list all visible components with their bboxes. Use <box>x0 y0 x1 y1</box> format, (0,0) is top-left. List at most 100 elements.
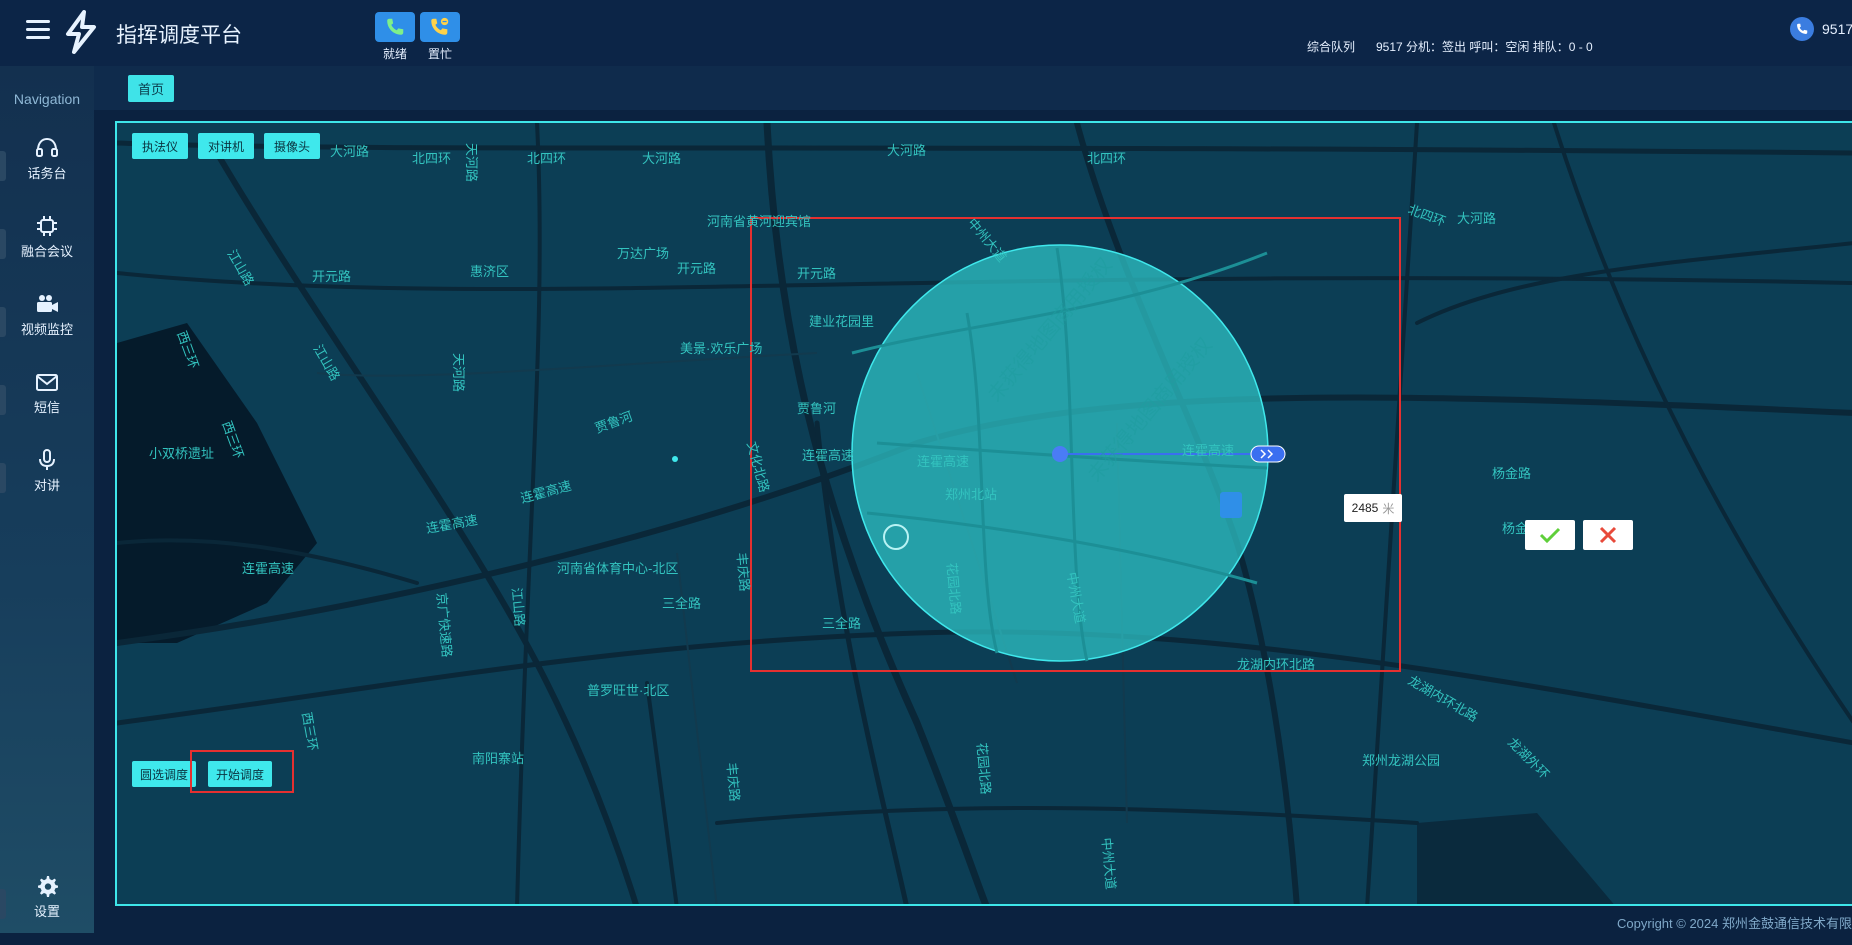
chip-icon <box>37 216 57 236</box>
distance-unit: 米 <box>1382 501 1395 516</box>
ready-label: 就绪 <box>382 47 407 61</box>
map-road-label: 大河路 <box>887 143 926 158</box>
camera-marker-icon[interactable] <box>1220 492 1242 518</box>
sidebar-item-label: 短信 <box>33 400 60 415</box>
map-area <box>117 323 317 643</box>
tab-marker <box>0 151 6 181</box>
busy-label: 置忙 <box>427 47 452 61</box>
map-road-label: 开元路 <box>677 261 716 276</box>
phone-icon <box>387 18 404 35</box>
sidebar-item-intercom[interactable]: 对讲 <box>0 447 94 519</box>
gear-icon <box>38 876 58 897</box>
map-road-label: 丰庆路 <box>724 762 742 802</box>
mail-icon <box>36 374 58 391</box>
map-road-label: 连霍高速 <box>917 454 969 469</box>
map-road-label: 连霍高速 <box>1182 443 1234 458</box>
check-icon <box>1539 527 1561 544</box>
camera-filter-button[interactable]: 摄像头 <box>264 133 320 159</box>
tab-marker <box>0 463 6 493</box>
map-road-label: 贾鲁河 <box>593 408 635 435</box>
map-road-label: 连霍高速 <box>425 512 479 536</box>
busy-button[interactable] <box>420 12 460 42</box>
distance-tag: 2485 米 <box>1344 494 1402 522</box>
map-panel[interactable]: 大河路 北四环 北四环 大河路 大河路 北四环 北四环 大河路 天河路 开元路 开元路 开元路 惠济区万… <box>115 121 1852 906</box>
sidebar-item-label: 融合会议 <box>20 244 73 259</box>
sidebar-item-console[interactable]: 话务台 <box>0 135 94 207</box>
map-road-label: 丰庆路 <box>734 552 752 592</box>
tab-bar <box>94 66 1852 110</box>
map-road-label: 开元路 <box>312 269 351 284</box>
map-road-label: 三全路 <box>662 596 701 611</box>
map-road-label: 北四环 <box>412 151 451 166</box>
map-road-label: 郑州北站 <box>945 487 997 502</box>
footer-copyright: Copyright © 2024 郑州金鼓通信技术有限 <box>1617 916 1852 931</box>
sidebar-item-label: 设置 <box>33 904 60 919</box>
sidebar-item-settings[interactable]: 设置 <box>0 873 94 945</box>
map-road-label: 北四环 <box>527 151 566 166</box>
user-avatar[interactable] <box>1790 17 1814 41</box>
map-road-label: 开元路 <box>797 266 836 281</box>
map-road-label: 大河路 <box>1457 211 1496 226</box>
tab-marker <box>0 385 6 415</box>
map-road-label: 龙湖外环 <box>1505 735 1552 782</box>
queue-label: 综合队列 <box>1307 40 1356 54</box>
circle-center-marker[interactable] <box>1052 446 1068 462</box>
tab-marker <box>0 229 6 259</box>
microphone-icon <box>39 449 55 470</box>
map-road-label: 京广快速路 <box>434 592 455 658</box>
map-road-label: 龙湖内环北路 <box>1237 657 1315 672</box>
close-icon <box>1599 526 1617 544</box>
nav-title: Navigation <box>13 91 81 107</box>
circle-select-button[interactable]: 圆选调度 <box>132 761 196 787</box>
map-road-label: 连霍高速 <box>802 448 854 463</box>
map-road-label: 北四环 <box>1087 151 1126 166</box>
map-road-label: 中州大道 <box>1099 837 1118 890</box>
map-road-label: 西三环 <box>299 711 321 752</box>
app-title: 指挥调度平台 <box>116 24 242 47</box>
map-road-label: 美景·欢乐广场 <box>680 341 762 356</box>
cancel-button[interactable] <box>1583 520 1633 550</box>
map-road-label: 杨金路 <box>1492 466 1531 481</box>
map-road-label: 南阳寨站 <box>472 751 524 766</box>
ready-button[interactable] <box>375 12 415 42</box>
sidebar-item-conference[interactable]: 融合会议 <box>0 213 94 285</box>
dispatch-highlight-box <box>190 750 294 793</box>
tab-marker <box>0 307 6 337</box>
tab-home[interactable]: 首页 <box>128 75 174 102</box>
map-road-label: 河南省体育中心-北区 <box>557 561 678 576</box>
bodycam-filter-button[interactable]: 执法仪 <box>132 133 188 159</box>
map-road-label: 万达广场 <box>617 246 669 261</box>
map-road-label: 郑州龙湖公园 <box>1362 753 1440 768</box>
sidebar-item-sms[interactable]: 短信 <box>0 369 94 441</box>
map-road-label: 中州大道 <box>965 215 1010 264</box>
headset-icon <box>36 137 58 157</box>
map-road-label: 惠济区 <box>470 264 509 279</box>
map-road-label: 大河路 <box>330 144 369 159</box>
radius-drag-handle[interactable] <box>1250 445 1286 463</box>
distance-value: 2485 <box>1351 501 1379 515</box>
sidebar-item-video[interactable]: 视频监控 <box>0 291 94 363</box>
map-road-label: 龙湖内环北路 <box>1406 673 1481 725</box>
map-road-label: 天河路 <box>464 143 479 182</box>
map-road-label: 三全路 <box>822 616 861 631</box>
map-road-label: 贾鲁河 <box>797 401 836 416</box>
map-canvas[interactable]: 大河路 北四环 北四环 大河路大河路北四环北四环 大河路天河路开元路开元路 开元路惠济区万… <box>117 123 1852 906</box>
sidebar-item-label: 对讲 <box>33 478 60 493</box>
confirm-button[interactable] <box>1525 520 1575 550</box>
map-point <box>672 456 678 462</box>
user-name[interactable]: 9517 <box>1822 21 1852 37</box>
walkie-talkie-filter-button[interactable]: 对讲机 <box>198 133 254 159</box>
map-road-label: 河南省黄河迎宾馆 <box>707 214 811 229</box>
map-road-label: 小双桥遗址 <box>149 446 214 461</box>
map-road-label: 普罗旺世·北区 <box>587 683 669 698</box>
map-road-label: 连霍高速 <box>242 561 294 576</box>
map-road-label: 建业花园里 <box>809 314 874 329</box>
logo-icon <box>62 10 100 54</box>
map-road-label: 天河路 <box>451 353 466 392</box>
map-road-label: 连霍高速 <box>519 478 573 506</box>
map-road-label: 大河路 <box>642 151 681 166</box>
menu-icon[interactable] <box>26 20 50 40</box>
map-road-label: 花园北路 <box>974 742 993 795</box>
sidebar-item-label: 话务台 <box>27 166 67 181</box>
top-bar <box>0 0 1852 66</box>
